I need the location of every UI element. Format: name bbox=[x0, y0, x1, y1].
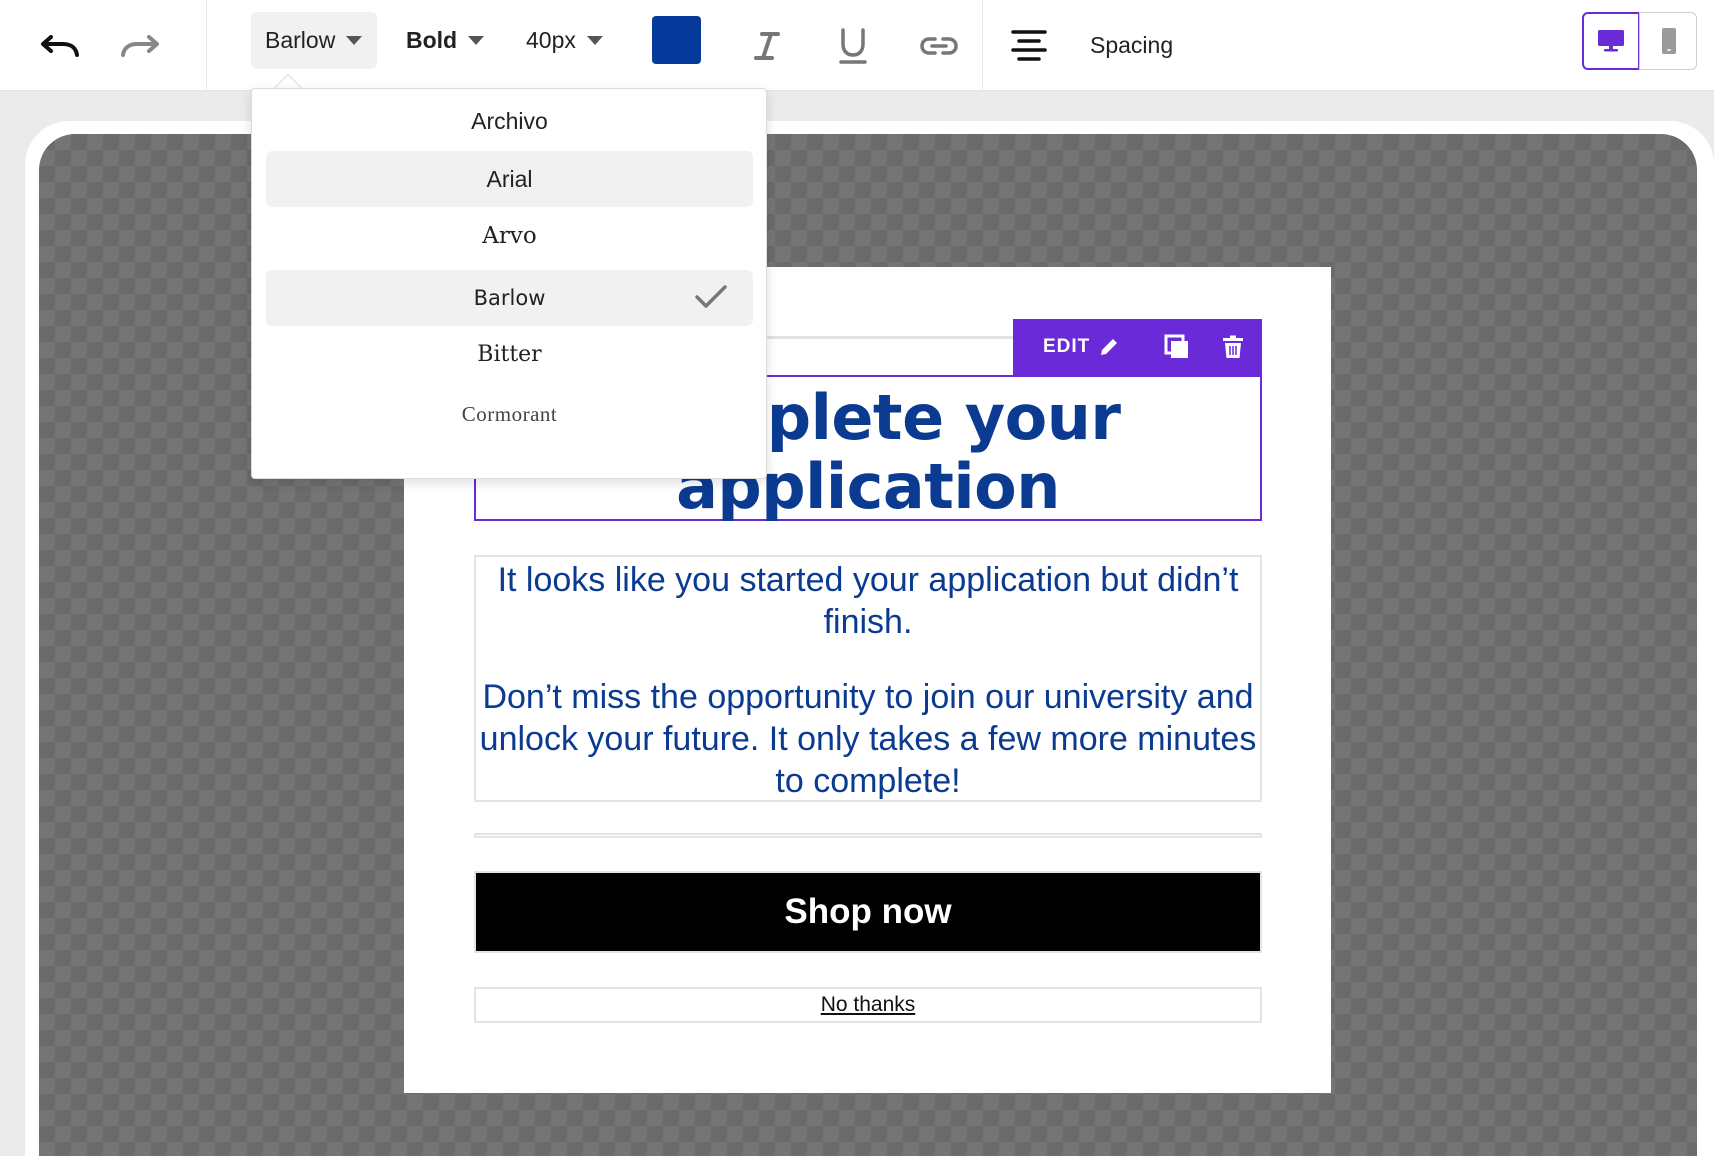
underline-button[interactable] bbox=[828, 0, 878, 91]
font-option-cormorant[interactable]: Cormorant bbox=[266, 386, 753, 442]
link-button[interactable] bbox=[912, 0, 966, 91]
dismiss-block: No thanks bbox=[474, 987, 1262, 1023]
editor-toolbar: Barlow Bold 40px Spacing bbox=[0, 0, 1714, 91]
undo-icon bbox=[41, 34, 79, 57]
font-size-value: 40px bbox=[526, 27, 576, 53]
spacing-button[interactable]: Spacing bbox=[1090, 0, 1173, 91]
spacing-label: Spacing bbox=[1090, 32, 1174, 58]
text-block[interactable]: It looks like you started your applicati… bbox=[474, 555, 1262, 802]
shop-now-button[interactable]: Shop now bbox=[474, 871, 1262, 953]
italic-icon bbox=[754, 31, 780, 60]
redo-icon bbox=[121, 34, 159, 57]
font-size-select[interactable]: 40px bbox=[518, 12, 611, 69]
no-thanks-link[interactable]: No thanks bbox=[821, 993, 916, 1017]
font-weight-value: Bold bbox=[406, 27, 458, 53]
toolbar-divider bbox=[982, 0, 983, 91]
body-paragraph-2: Don’t miss the opportunity to join our u… bbox=[479, 678, 1257, 800]
font-option-arial[interactable]: Arial bbox=[266, 151, 753, 207]
duplicate-icon bbox=[1164, 334, 1188, 358]
mobile-view-button[interactable] bbox=[1639, 12, 1697, 70]
font-option-label: Cormorant bbox=[461, 401, 558, 426]
text-color-swatch[interactable] bbox=[652, 16, 701, 64]
pencil-icon bbox=[1101, 337, 1119, 355]
chevron-down-icon bbox=[468, 36, 485, 45]
italic-button[interactable] bbox=[742, 0, 792, 91]
font-option-label: Arial bbox=[486, 165, 533, 192]
font-option-label: Arvo bbox=[482, 223, 537, 249]
edit-label: EDIT bbox=[1043, 336, 1091, 357]
font-family-value: Barlow bbox=[265, 27, 336, 53]
underline-icon bbox=[839, 27, 867, 64]
font-option-bitter[interactable]: Bitter bbox=[266, 326, 753, 382]
align-button[interactable] bbox=[1004, 0, 1054, 91]
font-option-barlow[interactable]: Barlow bbox=[266, 270, 753, 326]
font-option-label: Archivo bbox=[471, 107, 548, 134]
font-option-partial[interactable] bbox=[266, 441, 753, 478]
chevron-down-icon bbox=[346, 36, 363, 45]
font-family-select[interactable]: Barlow bbox=[251, 12, 377, 69]
undo-button[interactable] bbox=[30, 0, 90, 91]
font-option-label: Barlow bbox=[473, 286, 546, 310]
duplicate-block-button[interactable] bbox=[1149, 319, 1205, 375]
chevron-down-icon bbox=[586, 36, 603, 45]
body-paragraph-1: It looks like you started your applicati… bbox=[497, 561, 1239, 641]
font-option-label: Bitter bbox=[477, 341, 542, 367]
trash-icon bbox=[1223, 335, 1243, 358]
desktop-icon bbox=[1598, 30, 1624, 52]
redo-button[interactable] bbox=[110, 0, 170, 91]
toolbar-divider bbox=[206, 0, 207, 91]
font-option-archivo[interactable]: Archivo bbox=[266, 93, 753, 149]
block-edit-toolbar: EDIT bbox=[1013, 319, 1262, 375]
edit-block-button[interactable]: EDIT bbox=[1013, 319, 1149, 375]
check-icon bbox=[695, 285, 727, 308]
device-view-toggle bbox=[1582, 12, 1697, 70]
divider-block[interactable] bbox=[474, 833, 1262, 838]
shop-now-label: Shop now bbox=[784, 892, 952, 931]
align-center-icon bbox=[1011, 29, 1047, 61]
mobile-icon bbox=[1661, 28, 1676, 54]
font-weight-select[interactable]: Bold bbox=[398, 12, 492, 69]
delete-block-button[interactable] bbox=[1205, 319, 1261, 375]
desktop-view-button[interactable] bbox=[1582, 12, 1640, 70]
link-icon bbox=[920, 36, 958, 55]
font-family-dropdown: Archivo Arial Arvo Barlow Bitter Cormora… bbox=[251, 88, 767, 479]
font-option-arvo[interactable]: Arvo bbox=[266, 208, 753, 264]
